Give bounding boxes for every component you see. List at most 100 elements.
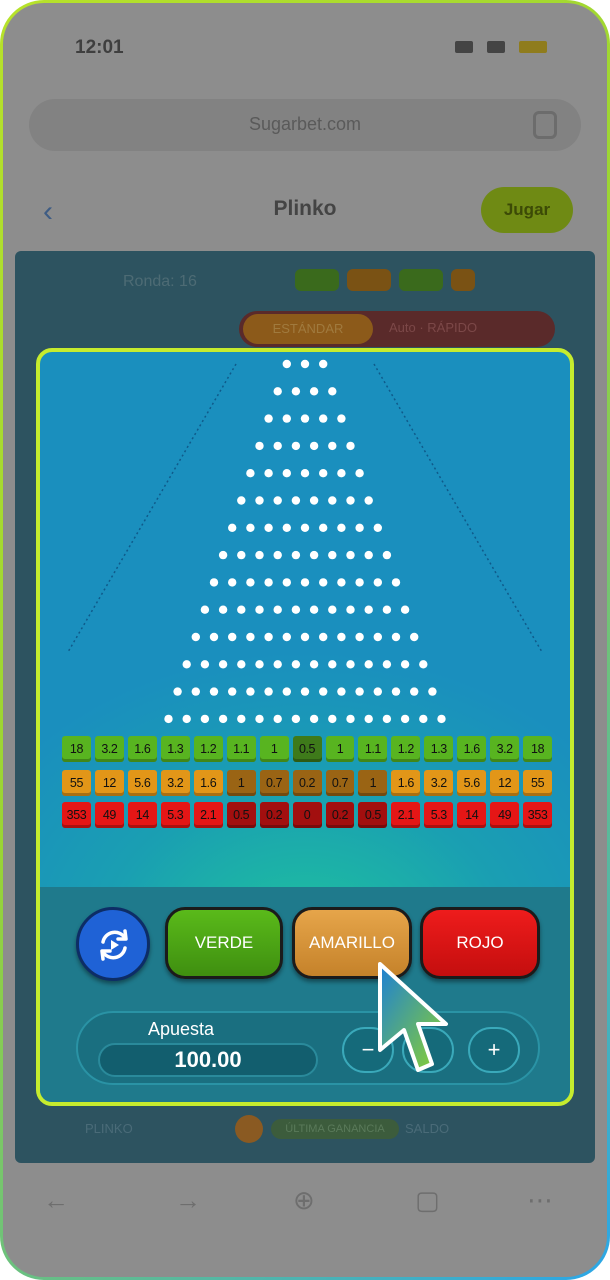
peg (328, 496, 337, 505)
app-bar: ‹ Plinko Jugar (3, 183, 607, 239)
multiplier-slot-red: 0.5 (358, 802, 388, 828)
nav-forward-icon[interactable]: → (175, 1185, 201, 1216)
verde-button[interactable]: VERDE (165, 907, 283, 979)
peg (319, 578, 328, 587)
peg (300, 414, 310, 423)
multiplier-slot-orange: 1 (358, 770, 388, 796)
peg (391, 687, 401, 696)
peg (300, 469, 310, 478)
peg (346, 496, 355, 505)
peg (246, 469, 255, 478)
peg (237, 550, 246, 560)
peg (319, 359, 328, 369)
peg (228, 578, 237, 587)
peg (309, 387, 319, 396)
url-text: Sugarbet.com (248, 114, 362, 134)
browser-url-bar[interactable]: Sugarbet.com (29, 99, 581, 151)
tab-standard[interactable]: ESTÁNDAR (243, 314, 373, 344)
peg (255, 714, 264, 724)
peg (209, 578, 219, 587)
round-stats: Ronda: 16 (123, 273, 197, 290)
nav-tabs-icon[interactable]: ▢ (415, 1185, 440, 1216)
peg (328, 660, 337, 669)
peg (218, 550, 228, 560)
multiplier-slot-orange: 0.7 (325, 770, 355, 796)
peg (228, 523, 237, 532)
peg (273, 387, 282, 396)
peg (309, 660, 319, 669)
left-guide (67, 363, 237, 653)
peg (246, 523, 255, 532)
play-button[interactable]: Jugar (481, 187, 573, 233)
multiplier-slot-green: 1.2 (391, 736, 421, 762)
multiplier-slot-orange: 1.6 (391, 770, 421, 796)
multiplier-slot-orange: 5.6 (127, 770, 157, 796)
bet-label: Apuesta (148, 1019, 215, 1039)
peg (282, 687, 291, 696)
nav-menu-icon[interactable]: ⋯ (527, 1185, 553, 1216)
peg (264, 469, 273, 478)
bet-amount-field[interactable]: 100.00 (98, 1043, 318, 1077)
peg (437, 714, 446, 724)
multiplier-slot-red: 49 (94, 802, 124, 828)
coin-icon (235, 1115, 263, 1143)
increase-bet-button[interactable]: + (468, 1027, 520, 1073)
peg (319, 523, 328, 532)
multiplier-slot-orange: 0.7 (259, 770, 289, 796)
tab-auto[interactable]: Auto · RÁPIDO (389, 320, 477, 335)
peg (246, 632, 255, 642)
peg (309, 496, 319, 505)
peg (364, 496, 373, 505)
multiplier-slot-red: 0.2 (259, 802, 289, 828)
nav-add-icon[interactable]: ⊕ (293, 1185, 315, 1216)
multiplier-slot-green: 0.5 (292, 736, 322, 762)
peg (228, 632, 237, 642)
multiplier-slot-green: 1 (259, 736, 289, 762)
browser-nav-bar: ← → ⊕ ▢ ⋯ (3, 1173, 607, 1233)
peg (382, 605, 392, 614)
multiplier-slot-red: 353 (523, 802, 553, 828)
peg (300, 359, 310, 369)
peg (382, 660, 392, 669)
history-chips (295, 269, 475, 291)
peg (337, 523, 346, 532)
peg (419, 660, 428, 669)
peg (346, 550, 355, 560)
battery-icon (519, 41, 547, 53)
peg (337, 632, 346, 642)
peg (337, 469, 346, 478)
multiplier-slot-green: 18 (62, 736, 91, 762)
peg (291, 605, 301, 614)
multiplier-slot-orange: 3.2 (160, 770, 190, 796)
peg (346, 441, 355, 451)
wifi-icon (487, 41, 505, 53)
multiplier-slot-red: 14 (127, 802, 157, 828)
peg (309, 550, 319, 560)
status-icons (455, 41, 547, 53)
peg (410, 687, 419, 696)
multiplier-row-green: 18 3.2 1.6 1.3 1.2 1.1 1 0.5 1 1.1 1.2 1.3 1.6 3.2 18 (62, 736, 553, 762)
multiplier-slot-orange: 12 (490, 770, 520, 796)
peg (355, 469, 364, 478)
peg (300, 687, 310, 696)
peg (337, 687, 346, 696)
peg (191, 632, 200, 642)
peg (273, 496, 282, 505)
multiplier-slot-green: 1.6 (127, 736, 157, 762)
multiplier-slot-red: 353 (62, 802, 91, 828)
status-time: 12:01 (75, 37, 124, 58)
peg (209, 687, 219, 696)
peg (373, 687, 382, 696)
peg (309, 605, 319, 614)
peg (337, 414, 346, 423)
peg (300, 578, 310, 587)
peg (291, 387, 301, 396)
multiplier-slot-green: 1.3 (424, 736, 454, 762)
pointer-cursor-icon (378, 962, 448, 1072)
peg (419, 714, 428, 724)
peg (309, 441, 319, 451)
peg (328, 605, 337, 614)
peg (346, 605, 355, 614)
auto-play-button[interactable] (76, 907, 150, 981)
nav-back-icon[interactable]: ← (43, 1185, 69, 1216)
